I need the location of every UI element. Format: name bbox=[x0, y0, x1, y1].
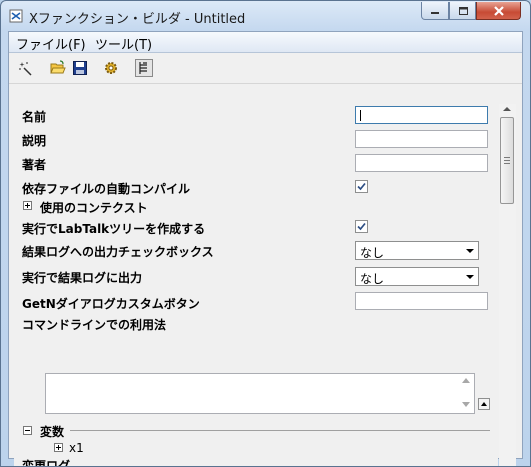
window-title: Xファンクション・ビルダ - Untitled bbox=[29, 12, 246, 27]
property-panel: 名前 説明 著者 依存ファイルの自動コンパイル 使用のコンテクスト 実行でLab… bbox=[14, 104, 498, 467]
result-log-output-select[interactable]: なし bbox=[355, 267, 479, 286]
context-label: 使用のコンテクスト bbox=[40, 201, 148, 215]
description-label: 説明 bbox=[22, 134, 47, 148]
variables-label: 変数 bbox=[40, 425, 65, 439]
variables-collapse-icon[interactable] bbox=[23, 426, 32, 435]
minimize-button[interactable] bbox=[421, 2, 449, 20]
magic-wand-icon bbox=[19, 62, 32, 76]
grip-line bbox=[504, 157, 510, 158]
scroll-up-icon[interactable] bbox=[462, 378, 470, 383]
vertical-scrollbar[interactable] bbox=[499, 104, 516, 466]
compile-gear-icon bbox=[105, 62, 117, 74]
command-line-label: コマンドラインでの利用法 bbox=[22, 318, 167, 332]
compile-button[interactable] bbox=[102, 59, 120, 77]
xfunction-builder-window: Xファンクション・ビルダ - Untitled ファイル(F) ツール(T) 名… bbox=[0, 0, 531, 467]
save-disk-icon bbox=[73, 61, 87, 75]
result-log-checkbox-select[interactable]: なし bbox=[355, 241, 479, 260]
save-button[interactable] bbox=[71, 59, 89, 77]
dropdown-arrow-icon bbox=[466, 249, 474, 253]
maximize-icon bbox=[458, 6, 468, 15]
name-label: 名前 bbox=[22, 110, 47, 124]
getn-button-input[interactable] bbox=[355, 292, 488, 310]
close-icon bbox=[493, 5, 504, 16]
command-line-textarea[interactable] bbox=[45, 373, 475, 414]
new-button[interactable] bbox=[17, 59, 35, 77]
text-caret bbox=[360, 110, 361, 121]
select-value: なし bbox=[360, 272, 385, 286]
description-input[interactable] bbox=[355, 130, 488, 148]
result-log-checkbox-label: 結果ログへの出力チェックボックス bbox=[22, 245, 214, 259]
author-label: 著者 bbox=[22, 158, 47, 172]
menu-file[interactable]: ファイル(F) bbox=[16, 34, 86, 53]
caret-up-icon bbox=[481, 402, 487, 406]
scroll-thumb[interactable] bbox=[500, 117, 514, 204]
menu-tools[interactable]: ツール(T) bbox=[95, 34, 152, 53]
variables-divider bbox=[70, 430, 490, 431]
getn-button-label: GetNダイアログカスタムボタン bbox=[22, 297, 200, 311]
scroll-down-icon[interactable] bbox=[462, 402, 470, 407]
menu-bar: ファイル(F) ツール(T) bbox=[9, 32, 522, 53]
labtalk-tree-checkbox[interactable] bbox=[355, 220, 368, 233]
client-area: ファイル(F) ツール(T) 名前 説明 著者 依存ファイルの自動コンパイル 使… bbox=[8, 31, 523, 466]
checkmark-icon bbox=[357, 222, 366, 231]
close-button[interactable] bbox=[476, 2, 521, 20]
minimize-icon bbox=[431, 11, 439, 14]
open-button[interactable] bbox=[49, 59, 67, 77]
x1-expand-icon[interactable] bbox=[54, 443, 63, 452]
dropdown-arrow-icon bbox=[466, 275, 474, 279]
tree-view-icon bbox=[139, 62, 147, 74]
variable-x1[interactable]: x1 bbox=[69, 441, 84, 455]
labtalk-tree-label: 実行でLabTalkツリーを作成する bbox=[22, 222, 206, 236]
name-input[interactable] bbox=[355, 106, 488, 124]
tree-view-button[interactable] bbox=[135, 59, 153, 77]
auto-compile-checkbox[interactable] bbox=[355, 180, 368, 193]
title-bar[interactable]: Xファンクション・ビルダ - Untitled bbox=[1, 1, 530, 31]
author-input[interactable] bbox=[355, 154, 488, 172]
result-log-output-label: 実行で結果ログに出力 bbox=[22, 271, 143, 285]
auto-compile-label: 依存ファイルの自動コンパイル bbox=[22, 182, 191, 196]
open-folder-icon bbox=[50, 60, 66, 74]
checkmark-icon bbox=[357, 182, 366, 191]
context-expand-icon[interactable] bbox=[23, 201, 32, 210]
app-icon bbox=[9, 9, 23, 23]
expand-textarea-button[interactable] bbox=[478, 398, 490, 410]
toolbar bbox=[9, 53, 522, 84]
grip-line bbox=[504, 163, 510, 164]
grip-line bbox=[504, 160, 510, 161]
select-value: なし bbox=[360, 246, 385, 260]
maximize-button[interactable] bbox=[449, 2, 476, 20]
changelog-label: 変更ログ bbox=[22, 459, 71, 467]
scroll-up-arrow-icon[interactable] bbox=[503, 107, 511, 111]
